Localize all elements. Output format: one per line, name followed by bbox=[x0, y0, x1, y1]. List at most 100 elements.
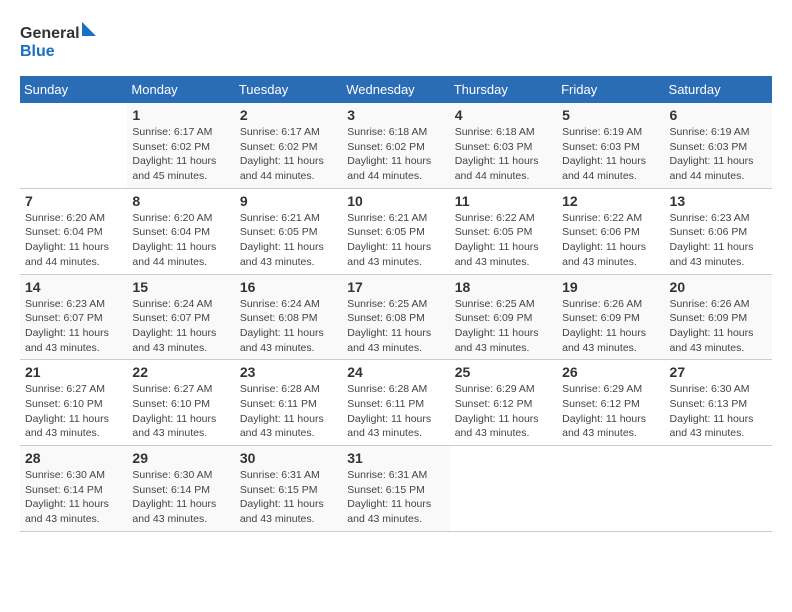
week-row-1: 1 Sunrise: 6:17 AM Sunset: 6:02 PM Daylig… bbox=[20, 103, 772, 188]
day-info: Sunrise: 6:19 AM Sunset: 6:03 PM Dayligh… bbox=[562, 125, 659, 184]
calendar-cell bbox=[20, 103, 127, 188]
day-number: 4 bbox=[455, 107, 552, 123]
svg-text:General: General bbox=[20, 25, 80, 42]
day-number: 18 bbox=[455, 279, 552, 295]
day-info: Sunrise: 6:21 AM Sunset: 6:05 PM Dayligh… bbox=[347, 211, 444, 270]
calendar-cell: 18 Sunrise: 6:25 AM Sunset: 6:09 PM Dayli… bbox=[450, 274, 557, 360]
day-info: Sunrise: 6:26 AM Sunset: 6:09 PM Dayligh… bbox=[670, 297, 767, 356]
calendar-cell: 20 Sunrise: 6:26 AM Sunset: 6:09 PM Dayli… bbox=[665, 274, 772, 360]
week-row-2: 7 Sunrise: 6:20 AM Sunset: 6:04 PM Daylig… bbox=[20, 188, 772, 274]
day-number: 13 bbox=[670, 193, 767, 209]
day-number: 25 bbox=[455, 364, 552, 380]
day-header-monday: Monday bbox=[127, 76, 234, 103]
day-info: Sunrise: 6:30 AM Sunset: 6:14 PM Dayligh… bbox=[132, 468, 229, 527]
day-number: 3 bbox=[347, 107, 444, 123]
calendar-cell: 29 Sunrise: 6:30 AM Sunset: 6:14 PM Dayli… bbox=[127, 446, 234, 532]
day-number: 8 bbox=[132, 193, 229, 209]
calendar-cell: 31 Sunrise: 6:31 AM Sunset: 6:15 PM Dayli… bbox=[342, 446, 449, 532]
calendar-cell bbox=[450, 446, 557, 532]
day-info: Sunrise: 6:27 AM Sunset: 6:10 PM Dayligh… bbox=[132, 382, 229, 441]
day-number: 19 bbox=[562, 279, 659, 295]
day-info: Sunrise: 6:29 AM Sunset: 6:12 PM Dayligh… bbox=[455, 382, 552, 441]
calendar-cell: 16Sunrise: 6:24 AM Sunset: 6:08 PM Dayli… bbox=[235, 274, 342, 360]
calendar-cell bbox=[665, 446, 772, 532]
day-info: Sunrise: 6:30 AM Sunset: 6:13 PM Dayligh… bbox=[670, 382, 767, 441]
week-row-3: 14 Sunrise: 6:23 AM Sunset: 6:07 PM Dayli… bbox=[20, 274, 772, 360]
calendar-cell: 15 Sunrise: 6:24 AM Sunset: 6:07 PM Dayli… bbox=[127, 274, 234, 360]
day-info: Sunrise: 6:18 AM Sunset: 6:03 PM Dayligh… bbox=[455, 125, 552, 184]
calendar-cell: 7 Sunrise: 6:20 AM Sunset: 6:04 PM Daylig… bbox=[20, 188, 127, 274]
calendar-table: SundayMondayTuesdayWednesdayThursdayFrid… bbox=[20, 76, 772, 532]
day-number: 10 bbox=[347, 193, 444, 209]
day-number: 15 bbox=[132, 279, 229, 295]
day-info: Sunrise: 6:18 AM Sunset: 6:02 PM Dayligh… bbox=[347, 125, 444, 184]
day-number: 20 bbox=[670, 279, 767, 295]
day-header-sunday: Sunday bbox=[20, 76, 127, 103]
week-row-4: 21 Sunrise: 6:27 AM Sunset: 6:10 PM Dayli… bbox=[20, 360, 772, 446]
day-number: 21 bbox=[25, 364, 122, 380]
day-header-saturday: Saturday bbox=[665, 76, 772, 103]
day-header-thursday: Thursday bbox=[450, 76, 557, 103]
day-info: Sunrise: 6:20 AM Sunset: 6:04 PM Dayligh… bbox=[132, 211, 229, 270]
day-info: Sunrise: 6:29 AM Sunset: 6:12 PM Dayligh… bbox=[562, 382, 659, 441]
day-number: 23 bbox=[240, 364, 337, 380]
calendar-cell: 17Sunrise: 6:25 AM Sunset: 6:08 PM Dayli… bbox=[342, 274, 449, 360]
day-number: 7 bbox=[25, 193, 122, 209]
day-info: Sunrise: 6:28 AM Sunset: 6:11 PM Dayligh… bbox=[240, 382, 337, 441]
calendar-cell: 19 Sunrise: 6:26 AM Sunset: 6:09 PM Dayli… bbox=[557, 274, 664, 360]
calendar-cell: 28Sunrise: 6:30 AM Sunset: 6:14 PM Dayli… bbox=[20, 446, 127, 532]
logo: GeneralBlue bbox=[20, 20, 106, 60]
day-info: Sunrise: 6:17 AM Sunset: 6:02 PM Dayligh… bbox=[132, 125, 229, 184]
day-number: 9 bbox=[240, 193, 337, 209]
day-info: Sunrise: 6:31 AM Sunset: 6:15 PM Dayligh… bbox=[240, 468, 337, 527]
day-number: 11 bbox=[455, 193, 552, 209]
page-header: GeneralBlue bbox=[20, 20, 772, 60]
day-info: Sunrise: 6:24 AM Sunset: 6:08 PM Dayligh… bbox=[240, 297, 337, 356]
logo-icon: GeneralBlue bbox=[20, 20, 100, 60]
day-info: Sunrise: 6:22 AM Sunset: 6:06 PM Dayligh… bbox=[562, 211, 659, 270]
calendar-cell: 5Sunrise: 6:19 AM Sunset: 6:03 PM Daylig… bbox=[557, 103, 664, 188]
calendar-cell: 23 Sunrise: 6:28 AM Sunset: 6:11 PM Dayli… bbox=[235, 360, 342, 446]
calendar-cell: 26 Sunrise: 6:29 AM Sunset: 6:12 PM Dayli… bbox=[557, 360, 664, 446]
calendar-cell: 4 Sunrise: 6:18 AM Sunset: 6:03 PM Daylig… bbox=[450, 103, 557, 188]
day-number: 26 bbox=[562, 364, 659, 380]
week-row-5: 28Sunrise: 6:30 AM Sunset: 6:14 PM Dayli… bbox=[20, 446, 772, 532]
day-header-wednesday: Wednesday bbox=[342, 76, 449, 103]
day-number: 22 bbox=[132, 364, 229, 380]
day-number: 31 bbox=[347, 450, 444, 466]
day-info: Sunrise: 6:26 AM Sunset: 6:09 PM Dayligh… bbox=[562, 297, 659, 356]
calendar-cell: 14 Sunrise: 6:23 AM Sunset: 6:07 PM Dayli… bbox=[20, 274, 127, 360]
day-number: 2 bbox=[240, 107, 337, 123]
day-info: Sunrise: 6:30 AM Sunset: 6:14 PM Dayligh… bbox=[25, 468, 122, 527]
calendar-cell: 11 Sunrise: 6:22 AM Sunset: 6:05 PM Dayli… bbox=[450, 188, 557, 274]
day-info: Sunrise: 6:21 AM Sunset: 6:05 PM Dayligh… bbox=[240, 211, 337, 270]
day-header-friday: Friday bbox=[557, 76, 664, 103]
day-info: Sunrise: 6:17 AM Sunset: 6:02 PM Dayligh… bbox=[240, 125, 337, 184]
calendar-cell: 9 Sunrise: 6:21 AM Sunset: 6:05 PM Daylig… bbox=[235, 188, 342, 274]
day-info: Sunrise: 6:24 AM Sunset: 6:07 PM Dayligh… bbox=[132, 297, 229, 356]
calendar-cell bbox=[557, 446, 664, 532]
day-info: Sunrise: 6:22 AM Sunset: 6:05 PM Dayligh… bbox=[455, 211, 552, 270]
calendar-cell: 25 Sunrise: 6:29 AM Sunset: 6:12 PM Dayli… bbox=[450, 360, 557, 446]
days-header-row: SundayMondayTuesdayWednesdayThursdayFrid… bbox=[20, 76, 772, 103]
calendar-cell: 10 Sunrise: 6:21 AM Sunset: 6:05 PM Dayli… bbox=[342, 188, 449, 274]
day-number: 1 bbox=[132, 107, 229, 123]
day-number: 29 bbox=[132, 450, 229, 466]
calendar-cell: 12 Sunrise: 6:22 AM Sunset: 6:06 PM Dayli… bbox=[557, 188, 664, 274]
day-info: Sunrise: 6:25 AM Sunset: 6:08 PM Dayligh… bbox=[347, 297, 444, 356]
calendar-cell: 6 Sunrise: 6:19 AM Sunset: 6:03 PM Daylig… bbox=[665, 103, 772, 188]
day-info: Sunrise: 6:25 AM Sunset: 6:09 PM Dayligh… bbox=[455, 297, 552, 356]
svg-text:Blue: Blue bbox=[20, 43, 55, 60]
day-number: 14 bbox=[25, 279, 122, 295]
day-info: Sunrise: 6:20 AM Sunset: 6:04 PM Dayligh… bbox=[25, 211, 122, 270]
day-header-tuesday: Tuesday bbox=[235, 76, 342, 103]
day-info: Sunrise: 6:27 AM Sunset: 6:10 PM Dayligh… bbox=[25, 382, 122, 441]
day-info: Sunrise: 6:19 AM Sunset: 6:03 PM Dayligh… bbox=[670, 125, 767, 184]
day-number: 12 bbox=[562, 193, 659, 209]
calendar-cell: 30Sunrise: 6:31 AM Sunset: 6:15 PM Dayli… bbox=[235, 446, 342, 532]
calendar-cell: 2 Sunrise: 6:17 AM Sunset: 6:02 PM Daylig… bbox=[235, 103, 342, 188]
calendar-cell: 24Sunrise: 6:28 AM Sunset: 6:11 PM Dayli… bbox=[342, 360, 449, 446]
day-info: Sunrise: 6:23 AM Sunset: 6:07 PM Dayligh… bbox=[25, 297, 122, 356]
day-number: 6 bbox=[670, 107, 767, 123]
day-info: Sunrise: 6:31 AM Sunset: 6:15 PM Dayligh… bbox=[347, 468, 444, 527]
